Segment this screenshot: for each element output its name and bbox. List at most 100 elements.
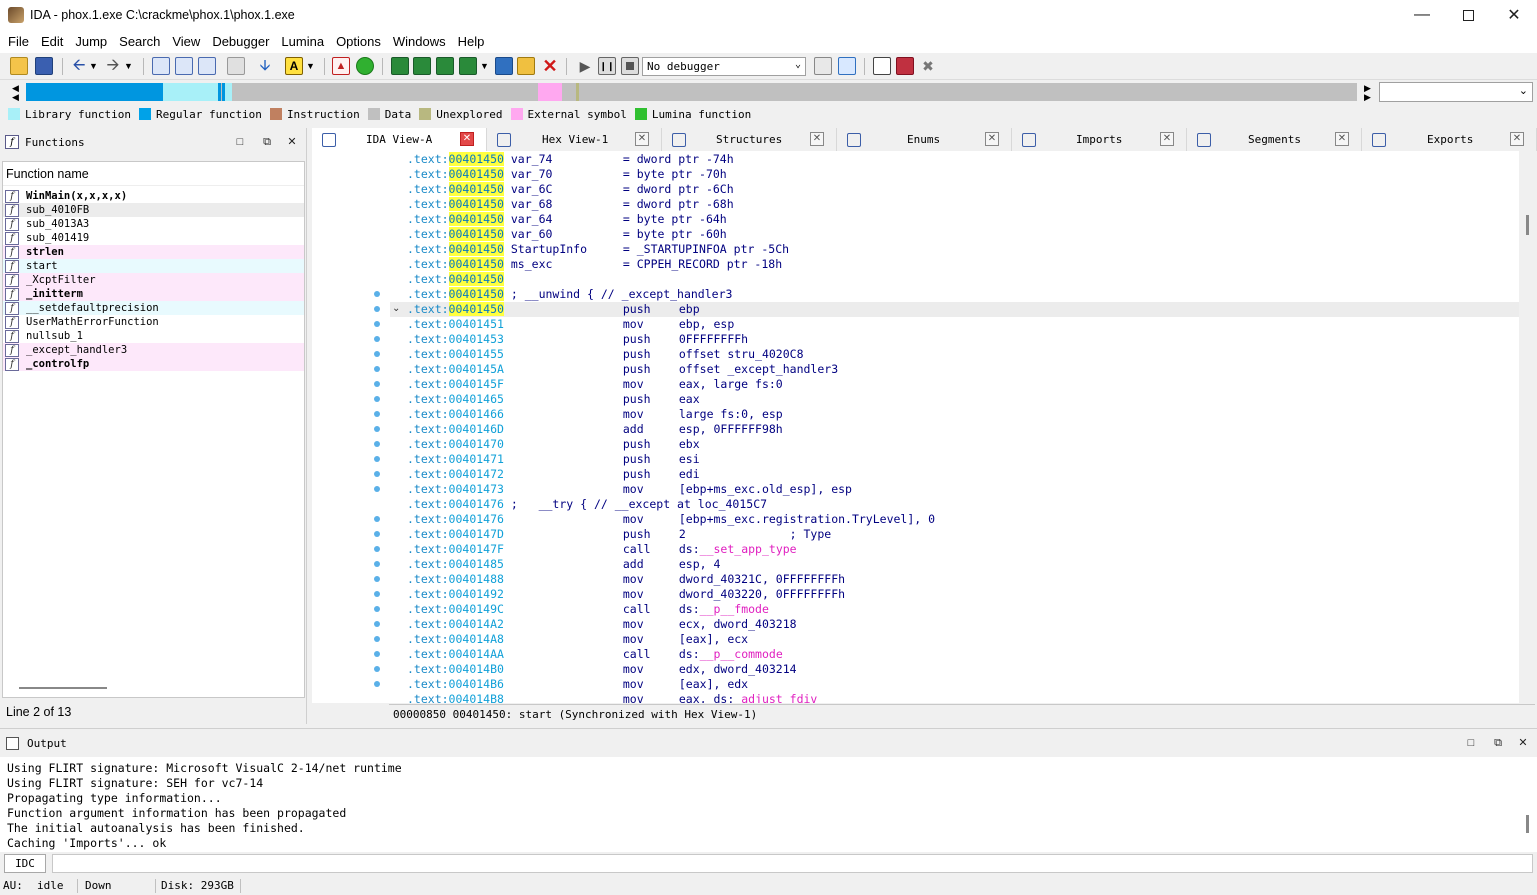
menu-edit[interactable]: Edit	[37, 34, 71, 49]
disasm-line[interactable]: .text:00401472 push edi	[407, 467, 700, 482]
function-row[interactable]: f _except_handler3	[3, 343, 304, 357]
disasm-line[interactable]: .text:00401450	[407, 272, 511, 287]
disasm-line[interactable]: .text:00401470 push ebx	[407, 437, 700, 452]
tab-close-icon[interactable]: ✕	[1160, 132, 1174, 146]
tab-enums[interactable]: Enums ✕	[837, 128, 1012, 151]
disasm-line[interactable]: .text:00401471 push esi	[407, 452, 700, 467]
disasm-line[interactable]: .text:00401476 mov [ebp+ms_exc.registrati…	[407, 512, 935, 527]
disasm-line[interactable]: .text:00401450 var_6C = dword ptr -6Ch	[407, 182, 734, 197]
disasm-line[interactable]: .text:0040146D add esp, 0FFFFFF98h	[407, 422, 783, 437]
jump-down-icon[interactable]: 🡫	[256, 57, 274, 75]
function-row[interactable]: f strlen	[3, 245, 304, 259]
function-row[interactable]: f _controlfp	[3, 357, 304, 371]
breakpoints-list-icon[interactable]	[873, 57, 891, 75]
debugger-select[interactable]: No debugger ⌄	[642, 57, 806, 76]
vertical-scrollbar[interactable]	[1519, 151, 1537, 703]
disasm-line[interactable]: .text:004014B8 mov eax, ds:_adjust_fdiv	[407, 692, 817, 703]
close-button[interactable]: ✕	[1491, 0, 1537, 30]
open-file-icon[interactable]	[10, 57, 28, 75]
back-arrow-icon[interactable]: 🡨	[70, 57, 88, 75]
disasm-line[interactable]: .text:00401476 ; __try { // __except at …	[407, 497, 767, 512]
search-next-icon[interactable]	[227, 57, 245, 75]
function-row[interactable]: f WinMain(x,x,x,x)	[3, 189, 304, 203]
maximize-button[interactable]	[1445, 0, 1491, 30]
function-name-header[interactable]: Function name	[3, 162, 304, 186]
function-row[interactable]: f __setdefaultprecision	[3, 301, 304, 315]
tab-hex-view-1[interactable]: Hex View-1 ✕	[487, 128, 662, 151]
idc-language-button[interactable]: IDC	[4, 854, 46, 873]
disasm-line[interactable]: .text:00401450 var_64 = byte ptr -64h	[407, 212, 727, 227]
disasm-line[interactable]: .text:00401488 mov dword_40321C, 0FFFFFFF…	[407, 572, 845, 587]
nav-combo[interactable]: ⌄	[1379, 82, 1533, 102]
stop-icon[interactable]	[621, 57, 639, 75]
function-row[interactable]: f sub_4010FB	[3, 203, 304, 217]
function-row[interactable]: f _XcptFilter	[3, 273, 304, 287]
nav-right-end-icon[interactable]: ▶	[1364, 92, 1371, 103]
search-text-icon[interactable]	[175, 57, 193, 75]
color-dropdown-icon[interactable]: ▼	[306, 57, 316, 75]
function-row[interactable]: f start	[3, 259, 304, 273]
disasm-line[interactable]: .text:004014B0 mov edx, dword_403214	[407, 662, 797, 677]
disasm-line[interactable]: .text:00401465 push eax	[407, 392, 700, 407]
disasm-line[interactable]: .text:0040145A push offset _except_handle…	[407, 362, 838, 377]
disasm-line[interactable]: .text:00401485 add esp, 4	[407, 557, 720, 572]
collapse-chevron-icon[interactable]: ⌄	[392, 303, 400, 314]
function-row[interactable]: f sub_4013A3	[3, 217, 304, 231]
run-analysis-icon[interactable]	[356, 57, 374, 75]
menu-lumina[interactable]: Lumina	[277, 34, 332, 49]
disasm-line[interactable]: .text:00401453 push 0FFFFFFFFh	[407, 332, 748, 347]
disasm-line[interactable]: .text:00401450 ms_exc = CPPEH_RECORD ptr …	[407, 257, 782, 272]
disasm-line[interactable]: .text:00401450 var_74 = dword ptr -74h	[407, 152, 734, 167]
start-debugger-icon[interactable]: ▶	[576, 57, 594, 75]
close-panel-icon[interactable]: ✕	[285, 135, 299, 149]
text-color-icon[interactable]: A	[285, 57, 303, 75]
menu-windows[interactable]: Windows	[389, 34, 454, 49]
disasm-line[interactable]: .text:0040149C call ds:__p__fmode	[407, 602, 769, 617]
import-name[interactable]: __set_app_type	[700, 542, 797, 556]
forward-dropdown-icon[interactable]: ▼	[124, 57, 134, 75]
output-scrollbar[interactable]	[1526, 815, 1529, 833]
menu-file[interactable]: File	[4, 34, 37, 49]
tab-structures[interactable]: Structures ✕	[662, 128, 837, 151]
function-row[interactable]: f sub_401419	[3, 231, 304, 245]
function-row[interactable]: f nullsub_1	[3, 329, 304, 343]
import-name[interactable]: __p__fmode	[700, 602, 769, 616]
make-code-icon[interactable]	[391, 57, 409, 75]
ida-view-a[interactable]: ⌄ .text:00401450 var_74 = dword ptr -74h.…	[312, 151, 1519, 703]
tab-close-icon[interactable]: ✕	[635, 132, 649, 146]
delete-breakpoint-icon[interactable]: ✖	[919, 57, 937, 75]
disasm-line[interactable]: .text:004014A2 mov ecx, dword_403218	[407, 617, 797, 632]
close-panel-icon[interactable]: ✕	[1516, 736, 1530, 750]
create-function-icon[interactable]	[495, 57, 513, 75]
save-icon[interactable]	[35, 57, 53, 75]
tab-close-icon[interactable]: ✕	[810, 132, 824, 146]
disasm-line[interactable]: .text:00401450 var_68 = dword ptr -68h	[407, 197, 734, 212]
menu-debugger[interactable]: Debugger	[208, 34, 277, 49]
menu-options[interactable]: Options	[332, 34, 389, 49]
disasm-line[interactable]: .text:00401450 var_70 = byte ptr -70h	[407, 167, 727, 182]
make-array-icon[interactable]	[459, 57, 477, 75]
undefine-icon[interactable]: ✕	[541, 57, 559, 75]
edit-function-icon[interactable]	[517, 57, 535, 75]
disasm-line[interactable]: .text:0040147D push 2 ; Type	[407, 527, 831, 542]
minimize-button[interactable]: —	[1399, 0, 1445, 30]
back-dropdown-icon[interactable]: ▼	[89, 57, 99, 75]
tab-exports[interactable]: Exports ✕	[1362, 128, 1537, 151]
tab-close-icon[interactable]: ✕	[1335, 132, 1349, 146]
pause-icon[interactable]: ❙❙	[598, 57, 616, 75]
tab-close-icon[interactable]: ✕	[1510, 132, 1524, 146]
tab-ida-view-a[interactable]: IDA View-A ✕	[312, 128, 487, 151]
import-name[interactable]: __p__commode	[700, 647, 783, 661]
horizontal-scrollbar[interactable]	[19, 687, 107, 689]
make-data-icon[interactable]	[413, 57, 431, 75]
search-immediate-icon[interactable]	[198, 57, 216, 75]
disasm-line[interactable]: .text:00401451 mov ebp, esp	[407, 317, 734, 332]
menu-help[interactable]: Help	[454, 34, 493, 49]
navigation-strip[interactable]	[26, 83, 1357, 101]
warning-icon[interactable]: ▲	[332, 57, 350, 75]
disasm-line[interactable]: .text:00401450 push ebp	[407, 302, 700, 317]
disasm-line[interactable]: .text:00401455 push offset stru_4020C8	[407, 347, 804, 362]
disasm-line[interactable]: .text:00401492 mov dword_403220, 0FFFFFFF…	[407, 587, 845, 602]
tab-close-icon[interactable]: ✕	[460, 132, 474, 146]
functions-list[interactable]: Function name f WinMain(x,x,x,x) f sub_4010…	[2, 161, 305, 698]
